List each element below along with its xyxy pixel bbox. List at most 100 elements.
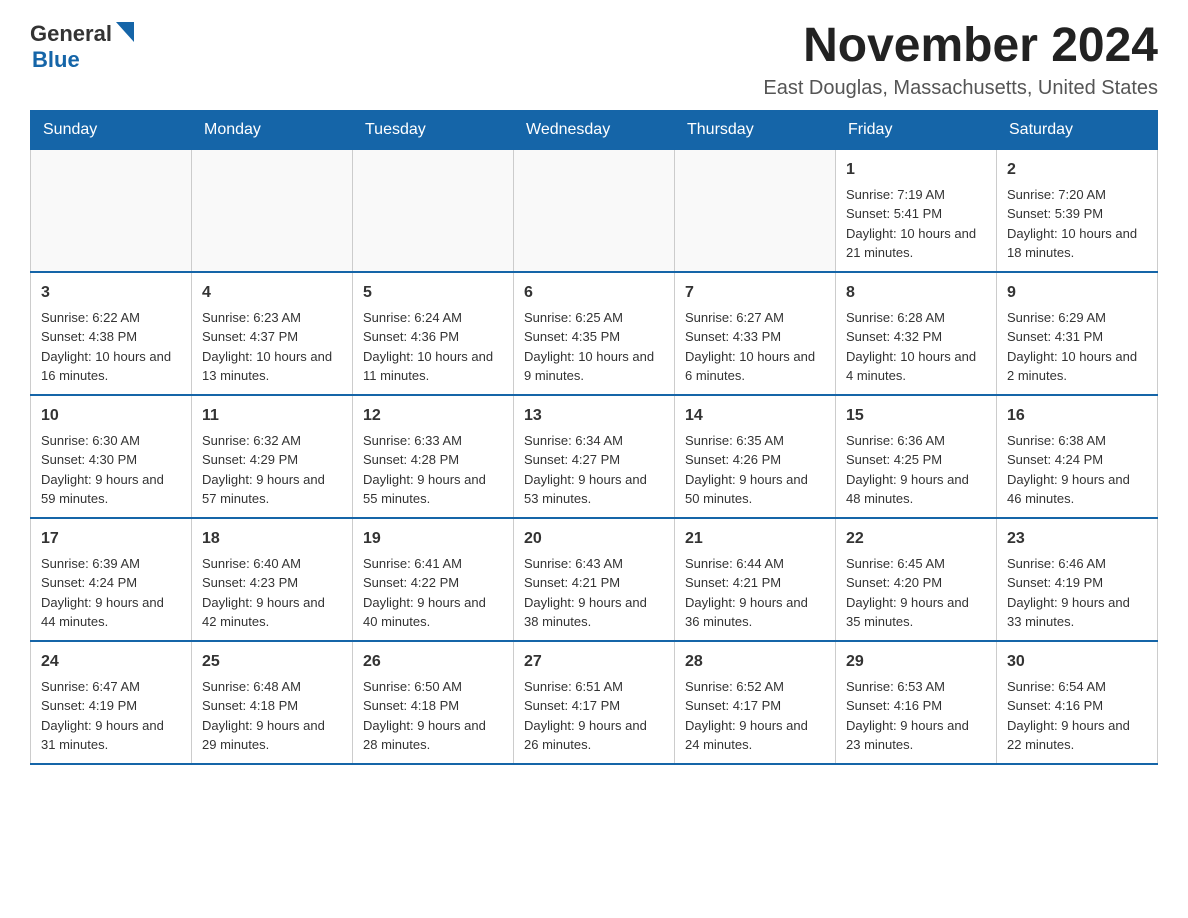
day-info-text: Sunset: 4:19 PM (1007, 573, 1147, 593)
logo-triangle-icon (116, 22, 134, 47)
day-info-text: Sunrise: 6:54 AM (1007, 677, 1147, 697)
day-number: 2 (1007, 158, 1147, 182)
day-info-text: Sunset: 4:16 PM (846, 696, 986, 716)
day-info-text: Sunrise: 6:43 AM (524, 554, 664, 574)
day-info-text: Daylight: 9 hours and 35 minutes. (846, 593, 986, 632)
logo-general-text: General (30, 21, 112, 47)
calendar-header: SundayMondayTuesdayWednesdayThursdayFrid… (31, 110, 1158, 149)
day-info-text: Daylight: 9 hours and 26 minutes. (524, 716, 664, 755)
day-info-text: Daylight: 9 hours and 33 minutes. (1007, 593, 1147, 632)
calendar-cell: 14Sunrise: 6:35 AMSunset: 4:26 PMDayligh… (675, 395, 836, 518)
calendar-cell: 27Sunrise: 6:51 AMSunset: 4:17 PMDayligh… (514, 641, 675, 764)
day-number: 30 (1007, 650, 1147, 674)
day-info-text: Daylight: 9 hours and 42 minutes. (202, 593, 342, 632)
day-info-text: Sunrise: 7:19 AM (846, 185, 986, 205)
day-number: 3 (41, 281, 181, 305)
day-info-text: Sunset: 4:18 PM (363, 696, 503, 716)
calendar-cell: 3Sunrise: 6:22 AMSunset: 4:38 PMDaylight… (31, 272, 192, 395)
day-info-text: Daylight: 9 hours and 23 minutes. (846, 716, 986, 755)
day-info-text: Sunset: 4:24 PM (41, 573, 181, 593)
day-info-text: Daylight: 10 hours and 4 minutes. (846, 347, 986, 386)
day-number: 12 (363, 404, 503, 428)
calendar-week-row: 3Sunrise: 6:22 AMSunset: 4:38 PMDaylight… (31, 272, 1158, 395)
day-number: 10 (41, 404, 181, 428)
calendar-cell: 19Sunrise: 6:41 AMSunset: 4:22 PMDayligh… (353, 518, 514, 641)
calendar-cell: 1Sunrise: 7:19 AMSunset: 5:41 PMDaylight… (836, 149, 997, 272)
day-info-text: Sunrise: 6:51 AM (524, 677, 664, 697)
day-info-text: Sunset: 4:27 PM (524, 450, 664, 470)
calendar-cell: 16Sunrise: 6:38 AMSunset: 4:24 PMDayligh… (997, 395, 1158, 518)
day-info-text: Daylight: 9 hours and 55 minutes. (363, 470, 503, 509)
day-info-text: Sunrise: 7:20 AM (1007, 185, 1147, 205)
day-info-text: Sunrise: 6:45 AM (846, 554, 986, 574)
calendar-cell: 25Sunrise: 6:48 AMSunset: 4:18 PMDayligh… (192, 641, 353, 764)
day-info-text: Sunrise: 6:24 AM (363, 308, 503, 328)
calendar-cell: 29Sunrise: 6:53 AMSunset: 4:16 PMDayligh… (836, 641, 997, 764)
calendar-week-row: 1Sunrise: 7:19 AMSunset: 5:41 PMDaylight… (31, 149, 1158, 272)
day-info-text: Sunset: 4:33 PM (685, 327, 825, 347)
day-info-text: Daylight: 10 hours and 18 minutes. (1007, 224, 1147, 263)
calendar-cell: 26Sunrise: 6:50 AMSunset: 4:18 PMDayligh… (353, 641, 514, 764)
day-number: 8 (846, 281, 986, 305)
day-info-text: Sunset: 4:21 PM (524, 573, 664, 593)
day-info-text: Sunset: 4:18 PM (202, 696, 342, 716)
day-info-text: Sunset: 4:25 PM (846, 450, 986, 470)
day-info-text: Sunrise: 6:33 AM (363, 431, 503, 451)
day-info-text: Sunrise: 6:39 AM (41, 554, 181, 574)
weekday-header-monday: Monday (192, 110, 353, 149)
day-number: 27 (524, 650, 664, 674)
logo: General Blue (30, 20, 134, 73)
day-info-text: Daylight: 9 hours and 59 minutes. (41, 470, 181, 509)
title-area: November 2024 East Douglas, Massachusett… (763, 20, 1158, 100)
day-info-text: Sunrise: 6:30 AM (41, 431, 181, 451)
day-info-text: Sunrise: 6:53 AM (846, 677, 986, 697)
calendar-cell: 17Sunrise: 6:39 AMSunset: 4:24 PMDayligh… (31, 518, 192, 641)
day-info-text: Daylight: 9 hours and 38 minutes. (524, 593, 664, 632)
day-info-text: Daylight: 9 hours and 28 minutes. (363, 716, 503, 755)
day-number: 24 (41, 650, 181, 674)
calendar-cell (514, 149, 675, 272)
day-info-text: Sunset: 5:41 PM (846, 204, 986, 224)
day-info-text: Sunset: 4:26 PM (685, 450, 825, 470)
day-info-text: Daylight: 10 hours and 21 minutes. (846, 224, 986, 263)
day-number: 21 (685, 527, 825, 551)
day-info-text: Daylight: 9 hours and 57 minutes. (202, 470, 342, 509)
day-info-text: Sunrise: 6:47 AM (41, 677, 181, 697)
weekday-header-row: SundayMondayTuesdayWednesdayThursdayFrid… (31, 110, 1158, 149)
calendar-cell (353, 149, 514, 272)
calendar-cell: 5Sunrise: 6:24 AMSunset: 4:36 PMDaylight… (353, 272, 514, 395)
day-info-text: Daylight: 9 hours and 31 minutes. (41, 716, 181, 755)
calendar-table: SundayMondayTuesdayWednesdayThursdayFrid… (30, 110, 1158, 765)
calendar-body: 1Sunrise: 7:19 AMSunset: 5:41 PMDaylight… (31, 149, 1158, 764)
day-info-text: Sunset: 4:23 PM (202, 573, 342, 593)
day-info-text: Daylight: 9 hours and 36 minutes. (685, 593, 825, 632)
day-number: 18 (202, 527, 342, 551)
calendar-cell (192, 149, 353, 272)
day-info-text: Sunrise: 6:36 AM (846, 431, 986, 451)
day-number: 20 (524, 527, 664, 551)
day-info-text: Daylight: 9 hours and 29 minutes. (202, 716, 342, 755)
day-info-text: Sunrise: 6:25 AM (524, 308, 664, 328)
day-info-text: Sunrise: 6:35 AM (685, 431, 825, 451)
day-info-text: Sunset: 4:38 PM (41, 327, 181, 347)
day-number: 9 (1007, 281, 1147, 305)
calendar-cell: 9Sunrise: 6:29 AMSunset: 4:31 PMDaylight… (997, 272, 1158, 395)
day-number: 28 (685, 650, 825, 674)
day-info-text: Sunrise: 6:44 AM (685, 554, 825, 574)
day-info-text: Daylight: 9 hours and 22 minutes. (1007, 716, 1147, 755)
calendar-week-row: 24Sunrise: 6:47 AMSunset: 4:19 PMDayligh… (31, 641, 1158, 764)
day-info-text: Sunset: 4:21 PM (685, 573, 825, 593)
day-info-text: Sunrise: 6:52 AM (685, 677, 825, 697)
day-info-text: Sunrise: 6:29 AM (1007, 308, 1147, 328)
day-info-text: Daylight: 9 hours and 24 minutes. (685, 716, 825, 755)
day-info-text: Daylight: 9 hours and 44 minutes. (41, 593, 181, 632)
day-info-text: Daylight: 10 hours and 13 minutes. (202, 347, 342, 386)
day-info-text: Sunset: 4:29 PM (202, 450, 342, 470)
day-info-text: Sunset: 4:20 PM (846, 573, 986, 593)
day-info-text: Sunset: 4:19 PM (41, 696, 181, 716)
calendar-cell (31, 149, 192, 272)
day-number: 25 (202, 650, 342, 674)
calendar-cell: 12Sunrise: 6:33 AMSunset: 4:28 PMDayligh… (353, 395, 514, 518)
day-info-text: Sunrise: 6:40 AM (202, 554, 342, 574)
calendar-cell: 4Sunrise: 6:23 AMSunset: 4:37 PMDaylight… (192, 272, 353, 395)
